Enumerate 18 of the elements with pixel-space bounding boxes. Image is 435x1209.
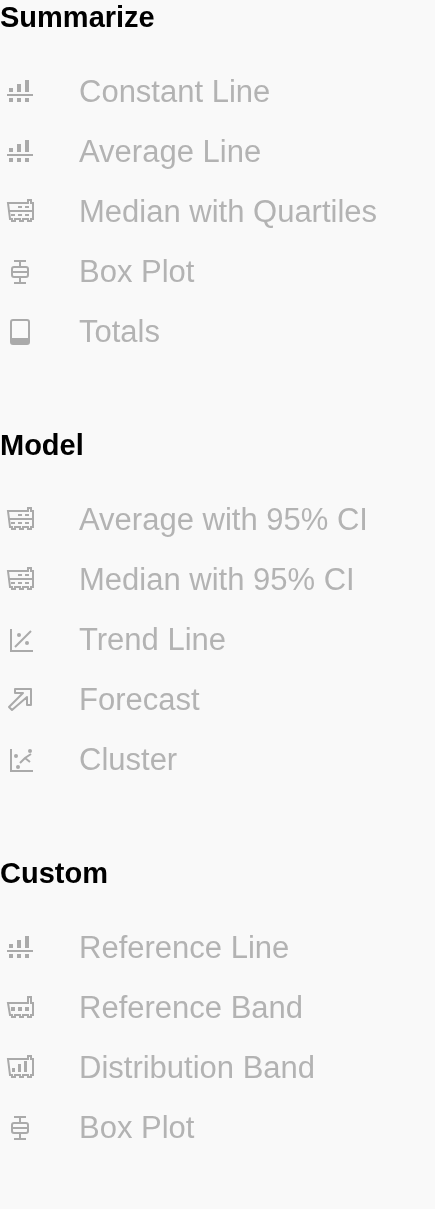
menu-item[interactable]: Forecast bbox=[79, 682, 200, 718]
menu-item[interactable]: Box Plot bbox=[79, 254, 195, 290]
arrow-icon bbox=[5, 686, 35, 714]
menu-item[interactable]: Average Line bbox=[79, 134, 262, 170]
menu-item[interactable]: Cluster bbox=[79, 742, 178, 778]
section-heading: Summarize bbox=[0, 0, 155, 34]
menu-item[interactable]: Average with 95% CI bbox=[79, 502, 368, 538]
menu-item[interactable]: Box Plot bbox=[79, 1110, 195, 1146]
menu-item[interactable]: Trend Line bbox=[79, 622, 227, 658]
menu-item[interactable]: Median with Quartiles bbox=[79, 194, 378, 230]
menu-item[interactable]: Reference Band bbox=[79, 990, 304, 1026]
menu-item[interactable]: Constant Line bbox=[79, 74, 271, 110]
section-heading: Model bbox=[0, 428, 84, 462]
menu-item[interactable]: Totals bbox=[79, 314, 160, 350]
section-heading: Custom bbox=[0, 856, 108, 890]
menu-item[interactable]: Median with 95% CI bbox=[79, 562, 355, 598]
menu-item[interactable]: Distribution Band bbox=[79, 1050, 316, 1086]
menu-item[interactable]: Reference Line bbox=[79, 930, 290, 966]
